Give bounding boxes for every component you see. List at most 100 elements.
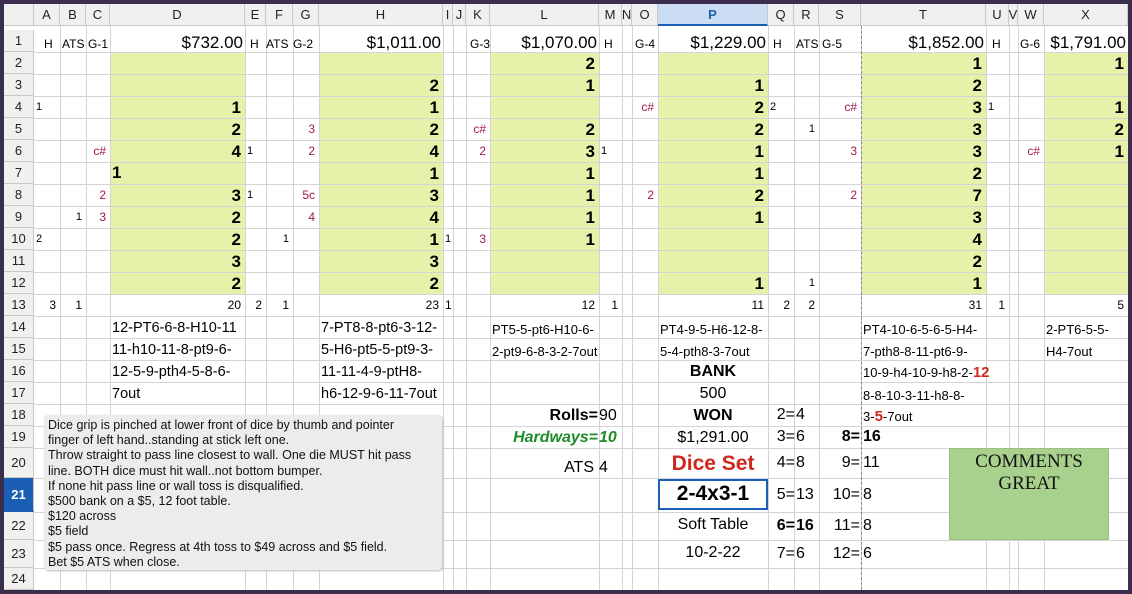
row-header-7[interactable]: 7 — [4, 162, 34, 184]
cell-t2[interactable]: 1 — [861, 55, 982, 72]
cell-m13[interactable]: 1 — [599, 299, 618, 311]
column-header-f[interactable]: F — [266, 4, 293, 26]
ats-value[interactable]: 4 — [599, 460, 608, 476]
cell-t13[interactable]: 31 — [861, 299, 982, 311]
count-key[interactable]: 2= — [769, 407, 795, 423]
cell-h13[interactable]: 23 — [319, 299, 439, 311]
cell-x1[interactable]: $1,791.00 — [1044, 34, 1126, 51]
won-label[interactable]: WON — [658, 408, 768, 424]
cell-h7[interactable]: 1 — [319, 165, 439, 182]
cell-c6[interactable]: c# — [86, 145, 106, 157]
cell-k6[interactable]: 2 — [466, 145, 486, 157]
cell-w1[interactable]: G-6 — [1020, 38, 1040, 50]
row-header-11[interactable]: 11 — [4, 250, 34, 272]
count-value[interactable]: 13 — [796, 487, 814, 503]
cell-l1[interactable]: $1,070.00 — [490, 34, 597, 51]
bank-label[interactable]: BANK — [658, 364, 768, 380]
cell-m1[interactable]: H — [604, 38, 613, 50]
ats-label[interactable]: ATS — [490, 460, 594, 476]
cell-r1[interactable]: ATS — [796, 38, 818, 50]
column-header-a[interactable]: A — [34, 4, 60, 26]
cell-d12[interactable]: 2 — [110, 275, 241, 292]
cell-p4[interactable]: 2 — [658, 99, 764, 116]
column-header-c[interactable]: C — [86, 4, 110, 26]
cell-p1[interactable]: $1,229.00 — [658, 34, 766, 51]
count-key[interactable]: 11= — [819, 518, 860, 534]
seq-l-14[interactable]: PT5-5-pt6-H10-6- — [492, 323, 594, 336]
count-value[interactable]: 6 — [796, 546, 805, 562]
cell-s4[interactable]: c# — [819, 101, 857, 113]
row-header-14[interactable]: 14 — [4, 316, 34, 338]
row-header-22[interactable]: 22 — [4, 512, 34, 540]
row-header-21[interactable]: 21 — [4, 478, 34, 512]
cell-l9[interactable]: 1 — [490, 209, 595, 226]
seq-p-14[interactable]: PT4-9-5-H6-12-8- — [660, 323, 763, 336]
column-header-x[interactable]: X — [1044, 4, 1128, 26]
cell-h11[interactable]: 3 — [319, 253, 439, 270]
column-header-h[interactable]: H — [319, 4, 443, 26]
cell-c8[interactable]: 2 — [86, 189, 106, 201]
cell-h1[interactable]: $1,011.00 — [319, 34, 441, 51]
column-header-j[interactable]: J — [453, 4, 466, 26]
hardways-value[interactable]: 10 — [599, 430, 617, 446]
dice-set-label[interactable]: Dice Set — [658, 453, 768, 474]
cell-t3[interactable]: 2 — [861, 77, 982, 94]
cell-p3[interactable]: 1 — [658, 77, 764, 94]
seq-p-15[interactable]: 5-4-pth8-3-7out — [660, 345, 750, 358]
row-header-8[interactable]: 8 — [4, 184, 34, 206]
row-header-4[interactable]: 4 — [4, 96, 34, 118]
count-key[interactable]: 6= — [769, 518, 795, 534]
cell-t6[interactable]: 3 — [861, 143, 982, 160]
cell-l3[interactable]: 1 — [490, 77, 595, 94]
cell-h8[interactable]: 3 — [319, 187, 439, 204]
cell-d7[interactable]: 1 — [112, 164, 121, 181]
cell-e8[interactable]: 1 — [247, 189, 253, 201]
cell-g5[interactable]: 3 — [293, 123, 315, 135]
dice-set-value[interactable]: 2-4x3-1 — [658, 483, 768, 504]
count-key[interactable]: 4= — [769, 455, 795, 471]
cell-t10[interactable]: 4 — [861, 231, 982, 248]
cell-a4[interactable]: 1 — [36, 101, 42, 113]
cell-f13[interactable]: 1 — [266, 299, 289, 311]
rolls-label[interactable]: Rolls= — [490, 408, 598, 424]
cell-o8[interactable]: 2 — [632, 189, 654, 201]
column-header-g[interactable]: G — [293, 4, 319, 26]
cell-d13[interactable]: 20 — [110, 299, 241, 311]
row-header-10[interactable]: 10 — [4, 228, 34, 250]
cell-p9[interactable]: 1 — [658, 209, 764, 226]
row-header-19[interactable]: 19 — [4, 426, 34, 448]
seq-l-15[interactable]: 2-pt9-6-8-3-2-7out — [492, 345, 598, 358]
column-header-k[interactable]: K — [466, 4, 490, 26]
bank-value[interactable]: 500 — [658, 386, 768, 402]
row-header-3[interactable]: 3 — [4, 74, 34, 96]
count-value[interactable]: 16 — [796, 518, 814, 534]
cell-k5[interactable]: c# — [466, 123, 486, 135]
row-header-12[interactable]: 12 — [4, 272, 34, 294]
cell-x4[interactable]: 1 — [1044, 99, 1124, 116]
count-value[interactable]: 4 — [796, 407, 805, 423]
column-header-m[interactable]: M — [599, 4, 622, 26]
cell-l2[interactable]: 2 — [490, 55, 595, 72]
cell-p13[interactable]: 11 — [658, 299, 764, 311]
cell-x2[interactable]: 1 — [1044, 55, 1124, 72]
count-key[interactable]: 7= — [769, 546, 795, 562]
cell-t12[interactable]: 1 — [861, 275, 982, 292]
cell-s6[interactable]: 3 — [819, 145, 857, 157]
select-all-corner[interactable] — [4, 4, 34, 26]
seq-d-16[interactable]: 12-5-9-pth4-5-8-6- — [112, 365, 230, 380]
cell-w6[interactable]: c# — [1018, 145, 1040, 157]
rolls-value[interactable]: 90 — [599, 408, 617, 424]
cell-r13[interactable]: 2 — [794, 299, 815, 311]
row-header-6[interactable]: 6 — [4, 140, 34, 162]
cell-d8[interactable]: 3 — [110, 187, 241, 204]
cell-e6[interactable]: 1 — [247, 145, 253, 157]
cell-t7[interactable]: 2 — [861, 165, 982, 182]
cell-t4[interactable]: 3 — [861, 99, 982, 116]
cell-h9[interactable]: 4 — [319, 209, 439, 226]
cell-d9[interactable]: 2 — [110, 209, 241, 226]
cell-d11[interactable]: 3 — [110, 253, 241, 270]
cell-l13[interactable]: 12 — [490, 299, 595, 311]
cell-x5[interactable]: 2 — [1044, 121, 1124, 138]
column-header-b[interactable]: B — [60, 4, 86, 26]
row-header-20[interactable]: 20 — [4, 448, 34, 478]
